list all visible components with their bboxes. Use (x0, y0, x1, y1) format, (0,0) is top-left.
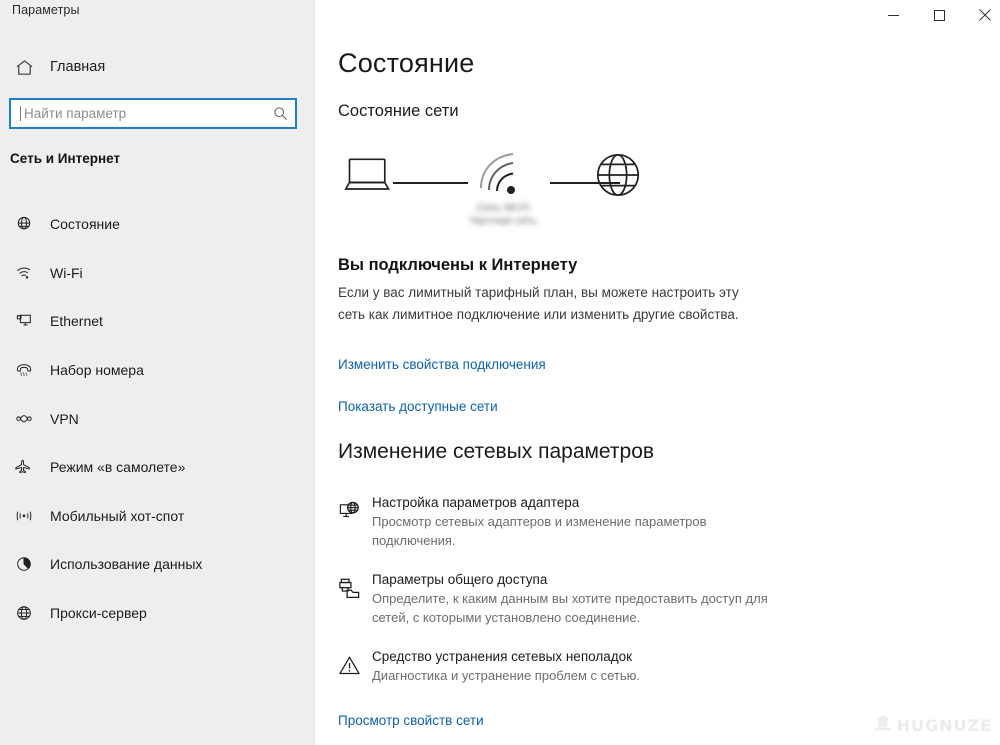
sidebar-item-vpn[interactable]: VPN (0, 394, 315, 443)
sidebar-item-ethernet[interactable]: Ethernet (0, 297, 315, 346)
sidebar-item-dialup[interactable]: Набор номера (0, 346, 315, 395)
search-box[interactable] (9, 98, 297, 129)
hotspot-icon (10, 507, 38, 525)
sidebar-item-wifi-label: Wi-Fi (50, 264, 83, 281)
network-diagram: Сеть Wi-Fi Частная сеть (338, 140, 668, 240)
sidebar-item-home[interactable]: Главная (0, 52, 315, 82)
setting-adapter-options-title: Настройка параметров адаптера (372, 495, 580, 510)
network-name-line2: Частная сеть (469, 215, 537, 227)
close-button[interactable] (962, 0, 1000, 30)
setting-adapter-options-text: Настройка параметров адаптера Просмотр с… (372, 495, 808, 550)
window-controls (870, 0, 1000, 30)
watermark-text: HUGNUZE (896, 716, 992, 735)
setting-sharing-options[interactable]: Параметры общего доступа Определите, к к… (338, 572, 808, 627)
page-title: Состояние (338, 48, 475, 78)
network-settings-list: Настройка параметров адаптера Просмотр с… (338, 495, 808, 707)
sharing-options-icon (338, 572, 372, 600)
sidebar: Главная Сеть и Интернет Состояние (0, 0, 315, 745)
home-icon (10, 58, 38, 77)
setting-network-troubleshooter-text: Средство устранения сетевых неполадок Ди… (372, 649, 808, 685)
close-icon (979, 9, 991, 21)
sidebar-item-status-label: Состояние (50, 216, 120, 233)
sidebar-item-airplane-mode-label: Режим «в самолете» (50, 459, 186, 476)
internet-globe-icon (593, 150, 643, 205)
show-available-networks-link[interactable]: Показать доступные сети (338, 399, 498, 414)
vpn-icon (10, 410, 38, 428)
setting-sharing-options-title: Параметры общего доступа (372, 572, 548, 587)
connection-status-heading: Вы подключены к Интернету (338, 256, 578, 274)
sidebar-item-ethernet-label: Ethernet (50, 313, 103, 330)
wifi-signal-icon (476, 150, 534, 207)
minimize-button[interactable] (870, 0, 916, 30)
watermark: HUGNUZE (873, 714, 992, 737)
sidebar-item-data-usage[interactable]: Использование данных (0, 540, 315, 589)
network-status-subtitle: Состояние сети (338, 102, 459, 120)
setting-adapter-options[interactable]: Настройка параметров адаптера Просмотр с… (338, 495, 808, 550)
dialup-phone-icon (10, 361, 38, 379)
minimize-icon (887, 14, 899, 16)
setting-adapter-options-desc: Просмотр сетевых адаптеров и изменение п… (372, 514, 707, 548)
setting-network-troubleshooter[interactable]: Средство устранения сетевых неполадок Ди… (338, 649, 808, 685)
network-status-icon (10, 215, 38, 233)
globe-icon (10, 604, 38, 622)
setting-sharing-options-text: Параметры общего доступа Определите, к к… (372, 572, 808, 627)
setting-sharing-options-desc: Определите, к каким данным вы хотите пре… (372, 591, 768, 625)
watermark-emblem-icon (873, 714, 893, 737)
ethernet-icon (10, 312, 38, 330)
sidebar-item-hotspot[interactable]: Мобильный хот-спот (0, 492, 315, 541)
connection-status-description: Если у вас лимитный тарифный план, вы мо… (338, 285, 739, 322)
sidebar-home-label: Главная (50, 59, 106, 75)
sidebar-item-hotspot-label: Мобильный хот-спот (50, 507, 185, 524)
sidebar-item-vpn-label: VPN (50, 410, 79, 427)
network-name-redacted: Сеть Wi-Fi Частная сеть (433, 202, 573, 228)
sidebar-item-wifi[interactable]: Wi-Fi (0, 249, 315, 298)
sidebar-item-data-usage-label: Использование данных (50, 556, 203, 573)
change-network-settings-heading: Изменение сетевых параметров (338, 440, 655, 463)
sidebar-item-airplane-mode[interactable]: Режим «в самолете» (0, 443, 315, 492)
search-input[interactable] (21, 100, 265, 127)
laptop-icon (343, 155, 395, 202)
setting-network-troubleshooter-title: Средство устранения сетевых неполадок (372, 649, 633, 664)
adapter-options-icon (338, 495, 372, 523)
view-network-properties-link[interactable]: Просмотр свойств сети (338, 713, 484, 728)
network-name-line1: Сеть Wi-Fi (476, 202, 530, 214)
sidebar-item-status[interactable]: Состояние (0, 200, 315, 249)
sidebar-nav-list: Состояние Wi-Fi Ethernet Набор номера VP… (0, 200, 315, 637)
change-connection-properties-link[interactable]: Изменить свойства подключения (338, 357, 546, 372)
maximize-icon (933, 9, 945, 21)
setting-network-troubleshooter-desc: Диагностика и устранение проблем с сетью… (372, 668, 641, 683)
search-icon[interactable] (265, 106, 295, 121)
troubleshooter-warning-icon (338, 649, 372, 677)
airplane-icon (10, 458, 38, 476)
sidebar-category-title: Сеть и Интернет (10, 151, 121, 166)
sidebar-item-dialup-label: Набор номера (50, 362, 144, 379)
connection-line-left (393, 182, 468, 184)
sidebar-item-proxy-label: Прокси-сервер (50, 605, 147, 622)
data-usage-pie-icon (10, 555, 38, 573)
wifi-icon (10, 264, 38, 282)
sidebar-item-proxy[interactable]: Прокси-сервер (0, 589, 315, 638)
main-content: Состояние Состояние сети Сеть Wi-Fi Част… (315, 0, 1000, 745)
settings-window: Параметры Главная Найти параметр Сеть и … (0, 0, 1000, 745)
maximize-button[interactable] (916, 0, 962, 30)
